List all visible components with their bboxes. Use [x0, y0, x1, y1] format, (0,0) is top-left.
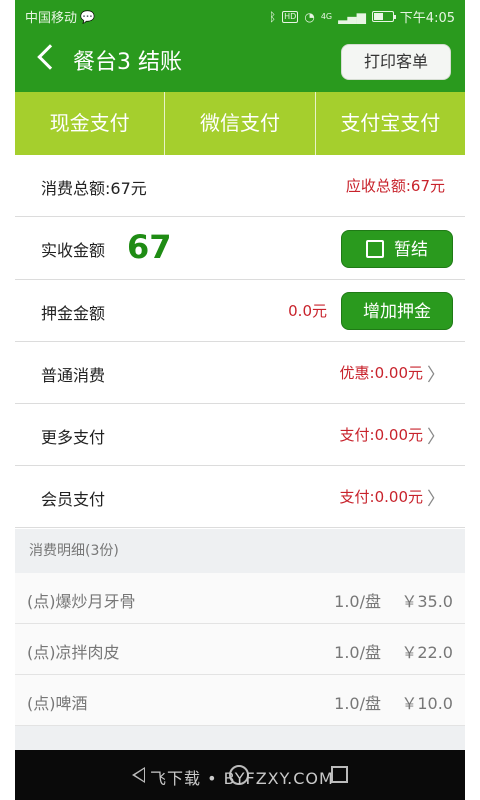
- hd-badge: HD: [282, 10, 299, 23]
- deposit-row: 押金金额 0.0元 增加押金: [15, 280, 465, 342]
- carrier-name: 中国移动: [25, 11, 78, 26]
- print-receipt-button[interactable]: 打印客单: [341, 44, 451, 80]
- chevron-right-icon: 〉: [427, 365, 445, 386]
- wifi-icon: ◔: [304, 9, 315, 24]
- item-name: (点)爆炒月牙骨: [27, 592, 136, 611]
- row-value: 支付:0.00元: [339, 426, 423, 444]
- row-label: 普通消费: [41, 366, 106, 385]
- total-amount: 消费总额:67元: [41, 179, 147, 198]
- bluetooth-icon: ᛒ: [268, 9, 277, 24]
- battery-fill: [373, 13, 383, 20]
- item-price: ￥10.0: [401, 694, 453, 713]
- deposit-label: 押金金额: [41, 304, 106, 323]
- clock: 下午4:05: [399, 11, 455, 26]
- checkbox-icon[interactable]: [366, 240, 384, 258]
- hold-checkout-button[interactable]: 暂结: [341, 230, 453, 268]
- list-item[interactable]: (点)爆炒月牙骨 1.0/盘 ￥35.0: [15, 573, 465, 624]
- tab-wechat[interactable]: 微信支付: [165, 92, 316, 155]
- message-icon: 💬: [80, 9, 95, 24]
- summary-row: 消费总额:67元 应收总额:67元: [15, 155, 465, 217]
- add-deposit-button[interactable]: 增加押金: [341, 292, 453, 330]
- received-label: 实收金额: [41, 241, 106, 260]
- battery-icon: [371, 11, 396, 22]
- regular-consumption-row[interactable]: 普通消费 优惠:0.00元 〉: [15, 342, 465, 404]
- item-price: ￥22.0: [401, 643, 453, 662]
- list-item[interactable]: (点)凉拌肉皮 1.0/盘 ￥22.0: [15, 624, 465, 675]
- status-bar: 中国移动 💬 ᛒ HD ◔ 4G ▂▄▆ 下午4:05: [15, 0, 465, 30]
- app-header: 中国移动 💬 ᛒ HD ◔ 4G ▂▄▆ 下午4:05 餐台3 结账 打印客单: [15, 0, 465, 92]
- consumption-detail-header: 消费明细(3份): [15, 529, 465, 573]
- page-title: 餐台3 结账: [73, 50, 182, 75]
- tab-alipay[interactable]: 支付宝支付: [316, 92, 465, 155]
- watermark: 飞下载 • BYFZXY.COM: [150, 769, 334, 788]
- member-payment-row[interactable]: 会员支付 支付:0.00元 〉: [15, 466, 465, 528]
- list-item[interactable]: (点)啤酒 1.0/盘 ￥10.0: [15, 675, 465, 726]
- row-value: 支付:0.00元: [339, 488, 423, 506]
- item-qty: 1.0/盘: [334, 643, 381, 662]
- nav-back-icon[interactable]: [132, 767, 145, 783]
- tab-cash[interactable]: 现金支付: [15, 92, 166, 155]
- status-icons: ᛒ HD ◔ 4G ▂▄▆ 下午4:05: [268, 7, 455, 27]
- item-price: ￥35.0: [401, 592, 453, 611]
- item-qty: 1.0/盘: [334, 592, 381, 611]
- checkout-rows: 消费总额:67元 应收总额:67元 实收金额 67 暂结 押金金额 0.0元 增…: [15, 155, 465, 528]
- more-payment-row[interactable]: 更多支付 支付:0.00元 〉: [15, 404, 465, 466]
- item-qty: 1.0/盘: [334, 694, 381, 713]
- phone-screen: 中国移动 💬 ᛒ HD ◔ 4G ▂▄▆ 下午4:05 餐台3 结账 打印客单 …: [0, 0, 480, 800]
- received-row: 实收金额 67 暂结: [15, 217, 465, 280]
- hold-label: 暂结: [394, 240, 428, 260]
- chevron-right-icon: 〉: [427, 427, 445, 448]
- back-arrow-icon[interactable]: [37, 44, 63, 70]
- list-footer: [15, 726, 465, 750]
- system-nav-bar: 飞下载 • BYFZXY.COM: [15, 750, 465, 800]
- network-type: 4G: [320, 11, 333, 21]
- item-name: (点)啤酒: [27, 694, 88, 713]
- item-name: (点)凉拌肉皮: [27, 643, 120, 662]
- row-label: 会员支付: [41, 490, 106, 509]
- signal-icon: ▂▄▆: [338, 9, 366, 24]
- carrier: 中国移动 💬: [25, 7, 95, 27]
- consumption-list: (点)爆炒月牙骨 1.0/盘 ￥35.0 (点)凉拌肉皮 1.0/盘 ￥22.0…: [15, 573, 465, 726]
- receivable-amount: 应收总额:67元: [345, 177, 445, 195]
- row-label: 更多支付: [41, 428, 106, 447]
- payment-tabs: 现金支付 微信支付 支付宝支付: [15, 92, 465, 155]
- deposit-value: 0.0元: [288, 302, 327, 320]
- row-value: 优惠:0.00元: [339, 364, 423, 382]
- title-bar: 餐台3 结账 打印客单: [15, 30, 465, 92]
- received-value[interactable]: 67: [127, 228, 172, 266]
- chevron-right-icon: 〉: [427, 489, 445, 510]
